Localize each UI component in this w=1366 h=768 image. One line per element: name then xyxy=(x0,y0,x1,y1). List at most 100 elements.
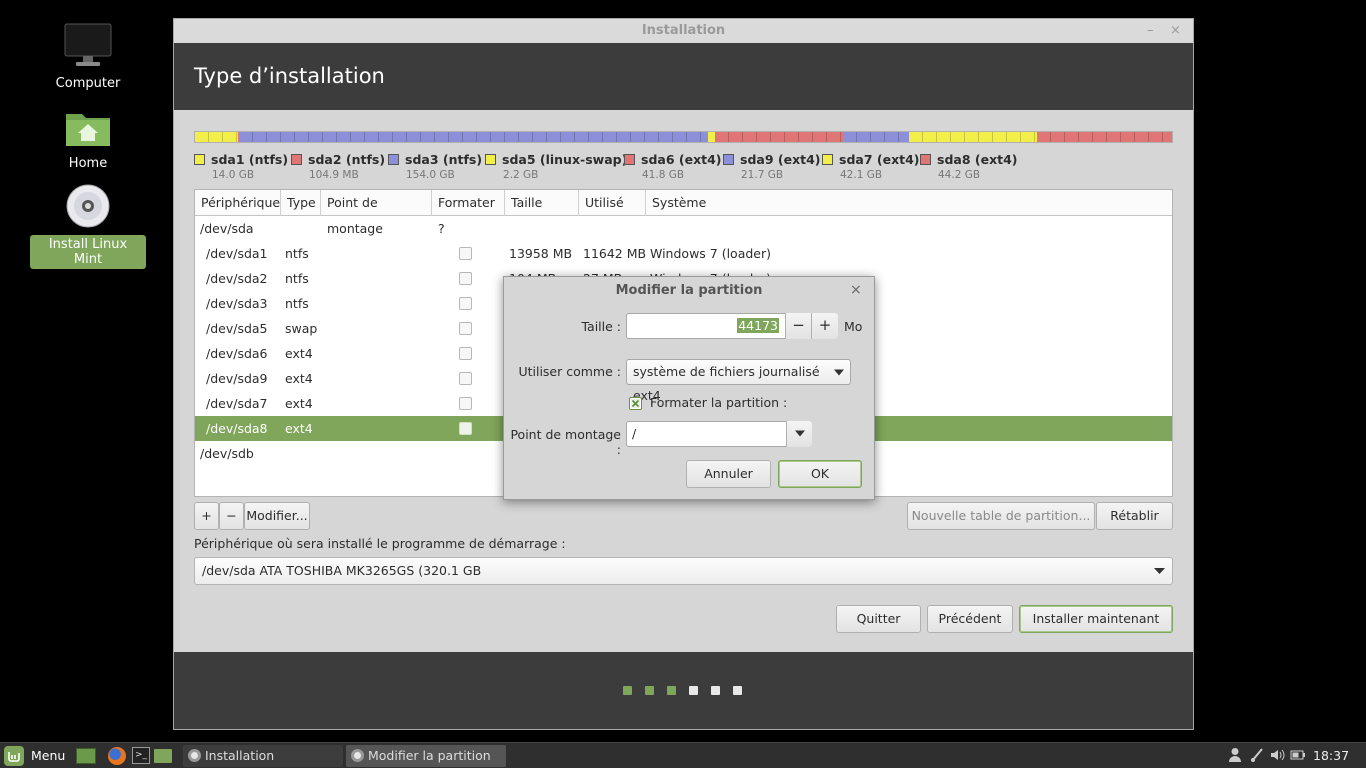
row-type: swap xyxy=(285,321,318,336)
col-used[interactable]: Utilisé xyxy=(579,190,646,216)
row-type: ext4 xyxy=(285,346,313,361)
col-mount[interactable]: Point de montage xyxy=(321,190,432,236)
col-format[interactable]: Formater ? xyxy=(432,190,505,236)
row-format-checkbox[interactable] xyxy=(459,247,472,260)
row-format-checkbox[interactable] xyxy=(459,422,472,435)
col-system[interactable]: Système xyxy=(646,190,1172,216)
network-icon[interactable] xyxy=(1250,747,1264,763)
modify-partition-button[interactable]: Modifier... xyxy=(244,502,310,530)
task-edit-partition[interactable]: Modifier la partition xyxy=(346,745,506,767)
bootloader-label: Périphérique où sera installé le program… xyxy=(194,536,566,551)
size-increase-button[interactable]: + xyxy=(812,313,838,339)
terminal-icon[interactable]: >_ xyxy=(132,747,150,764)
user-icon[interactable] xyxy=(1228,747,1242,763)
table-group-row[interactable]: /dev/sda xyxy=(195,216,1172,241)
files-icon[interactable] xyxy=(154,749,172,763)
row-format-checkbox[interactable] xyxy=(459,347,472,360)
desktop-icon-computer[interactable]: Computer xyxy=(30,22,146,93)
mount-point-dropdown-button[interactable] xyxy=(786,421,812,447)
quit-button[interactable]: Quitter xyxy=(836,605,921,633)
ok-button[interactable]: OK xyxy=(778,460,862,488)
chevron-down-icon xyxy=(795,430,805,437)
task-installation[interactable]: Installation xyxy=(183,745,343,767)
bootloader-value: /dev/sda ATA TOSHIBA MK3265GS (320.1 GB xyxy=(202,563,482,578)
row-device: /dev/sda9 xyxy=(206,371,268,386)
col-device[interactable]: Périphérique xyxy=(195,190,281,216)
cancel-button[interactable]: Annuler xyxy=(686,460,771,488)
back-button[interactable]: Précédent xyxy=(927,605,1013,633)
row-format-checkbox[interactable] xyxy=(459,297,472,310)
taskbar: Menu >_ Installation Modifier la partiti… xyxy=(0,742,1366,768)
partition-bar-segment xyxy=(908,132,1038,142)
partition-bar xyxy=(194,131,1173,143)
desktop-icon-install[interactable]: Install Linux Mint xyxy=(30,183,146,269)
row-size: 13958 MB xyxy=(509,246,573,261)
cd-disc-icon xyxy=(66,184,110,228)
legend-name: sda8 (ext4) xyxy=(937,152,1018,167)
volume-icon[interactable] xyxy=(1270,747,1286,763)
col-size[interactable]: Taille xyxy=(505,190,579,216)
row-type: ext4 xyxy=(285,371,313,386)
row-type: ext4 xyxy=(285,396,313,411)
desktop-icon-home[interactable]: Home xyxy=(30,108,146,173)
legend-item: sda7 (ext4) 42.1 GB xyxy=(822,152,920,181)
row-format-checkbox[interactable] xyxy=(459,272,472,285)
cd-disc-icon xyxy=(351,749,364,762)
row-format-checkbox[interactable] xyxy=(459,397,472,410)
legend-swatch xyxy=(485,154,496,165)
legend-size: 41.8 GB xyxy=(642,169,685,181)
legend-swatch xyxy=(624,154,635,165)
legend-size: 21.7 GB xyxy=(741,169,784,181)
row-type: ext4 xyxy=(285,421,313,436)
row-device: /dev/sda7 xyxy=(206,396,268,411)
partition-bar-segment xyxy=(708,132,716,142)
format-checkbox[interactable] xyxy=(629,397,642,410)
legend-name: sda9 (ext4) xyxy=(740,152,821,167)
battery-icon[interactable] xyxy=(1290,747,1306,763)
row-system: Windows 7 (loader) xyxy=(650,246,771,261)
progress-step-dot xyxy=(689,686,698,695)
show-desktop-icon[interactable] xyxy=(76,748,96,764)
row-used: 11642 MB xyxy=(583,246,647,261)
mount-point-input[interactable]: / xyxy=(632,426,636,441)
remove-partition-button[interactable]: − xyxy=(219,502,244,530)
menu-button[interactable]: Menu xyxy=(31,748,65,763)
legend-size: 154.0 GB xyxy=(406,169,455,181)
dialog-close-button[interactable]: × xyxy=(850,282,862,298)
legend-name: sda1 (ntfs) xyxy=(211,152,289,167)
row-format-checkbox[interactable] xyxy=(459,372,472,385)
mount-point-combo[interactable]: / xyxy=(626,421,812,447)
page-header: Type d’installation xyxy=(174,43,1193,110)
minimize-button[interactable]: – xyxy=(1147,19,1154,43)
col-type[interactable]: Type xyxy=(281,190,321,216)
legend-name: sda5 (linux-swap) xyxy=(502,152,628,167)
partition-bar-segment xyxy=(238,132,709,142)
legend-item: sda9 (ext4) 21.7 GB xyxy=(723,152,821,181)
page-title: Type d’installation xyxy=(194,64,385,88)
progress-step-dot xyxy=(623,686,632,695)
format-label: Formater la partition : xyxy=(650,395,788,410)
close-window-button[interactable]: × xyxy=(1170,19,1181,43)
use-as-select[interactable]: système de fichiers journalisé ext4 xyxy=(626,359,851,403)
new-partition-table-button[interactable]: Nouvelle table de partition... xyxy=(907,502,1095,530)
legend-size: 104.9 MB xyxy=(309,169,359,181)
row-format-checkbox[interactable] xyxy=(459,322,472,335)
firefox-icon[interactable] xyxy=(108,747,126,765)
clock: 18:37 xyxy=(1313,748,1350,763)
legend-item: sda1 (ntfs) 14.0 GB xyxy=(194,152,288,181)
table-row[interactable]: /dev/sda1 ntfs 13958 MB 11642 MB Windows 7 (… xyxy=(195,241,1172,266)
size-decrease-button[interactable]: − xyxy=(785,313,812,339)
legend-item: sda3 (ntfs) 154.0 GB xyxy=(388,152,482,181)
row-device: /dev/sda xyxy=(200,221,254,236)
bootloader-select[interactable]: /dev/sda ATA TOSHIBA MK3265GS (320.1 GB xyxy=(194,557,1173,585)
revert-button[interactable]: Rétablir xyxy=(1096,502,1173,530)
home-folder-icon xyxy=(66,114,110,146)
size-input[interactable]: 44173 xyxy=(737,318,779,333)
legend-item: sda6 (ext4) 41.8 GB xyxy=(624,152,722,181)
size-spinbutton[interactable]: 44173 − + xyxy=(626,313,838,339)
add-partition-button[interactable]: + xyxy=(194,502,219,530)
window-titlebar[interactable]: Installation – × xyxy=(174,19,1193,43)
install-now-button[interactable]: Installer maintenant xyxy=(1019,605,1173,633)
legend-name: sda6 (ext4) xyxy=(641,152,722,167)
progress-step-dot xyxy=(733,686,742,695)
